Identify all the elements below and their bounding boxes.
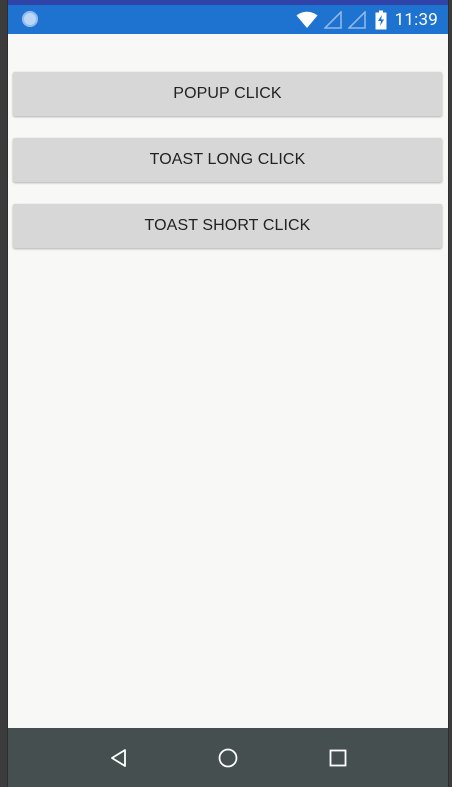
wifi-icon [296,11,318,29]
status-icons: 11:39 [296,5,448,34]
battery-charging-icon [375,10,387,30]
navigation-bar [8,728,448,787]
recent-apps-icon[interactable] [323,743,353,773]
signal-icon [323,10,342,29]
home-icon[interactable] [213,743,243,773]
status-bar: 11:39 [8,0,448,34]
toast-long-click-button[interactable]: TOAST LONG CLICK [13,138,442,182]
signal-icon [347,10,366,29]
notification-dot-icon [22,11,38,27]
back-icon[interactable] [104,743,134,773]
popup-click-button[interactable]: POPUP CLICK [13,72,442,116]
main-content: POPUP CLICK TOAST LONG CLICK TOAST SHORT… [8,34,448,728]
status-time: 11:39 [394,9,438,30]
toast-short-click-button[interactable]: TOAST SHORT CLICK [13,204,442,248]
phone-screen: 11:39 POPUP CLICK TOAST LONG CLICK TOAST… [8,0,448,787]
